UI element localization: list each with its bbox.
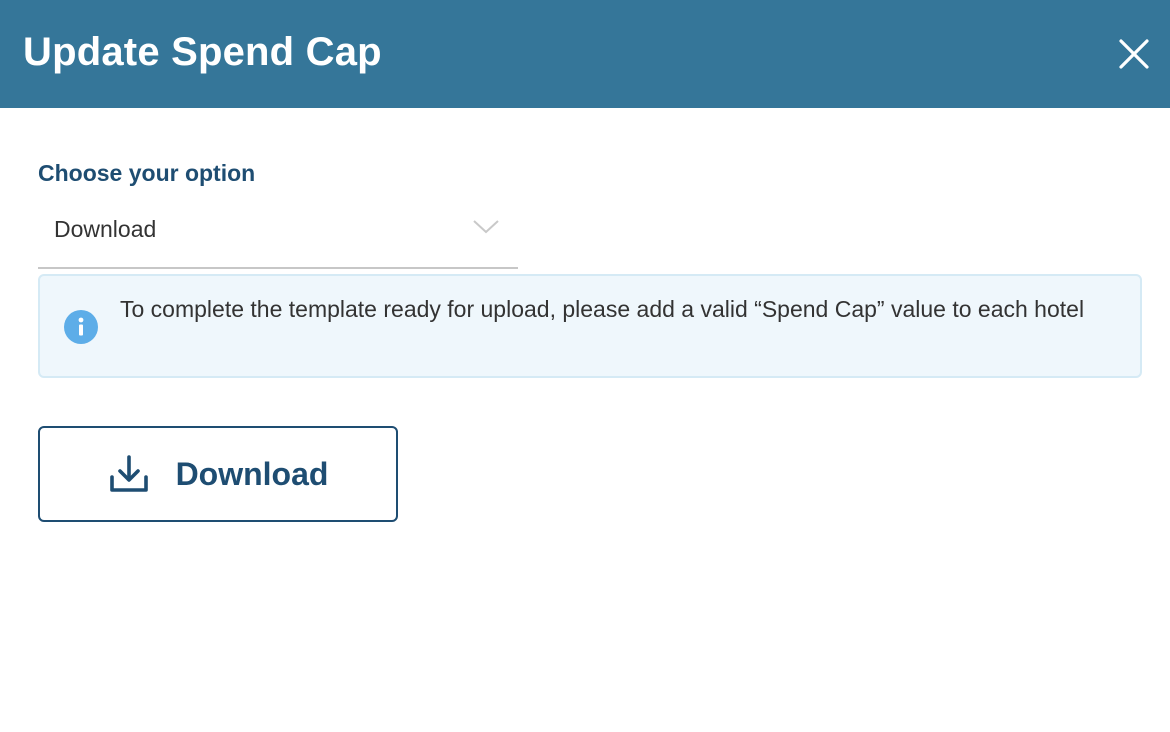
- info-notice: To complete the template ready for uploa…: [38, 274, 1142, 378]
- close-icon: [1119, 39, 1149, 69]
- option-select[interactable]: Download: [38, 200, 518, 269]
- info-icon: [64, 310, 98, 344]
- download-icon: [108, 453, 150, 495]
- update-spend-cap-dialog: Update Spend Cap Choose your option Down…: [0, 0, 1170, 732]
- dialog-header: Update Spend Cap: [0, 0, 1170, 108]
- chevron-down-icon: [473, 220, 499, 234]
- download-button-label: Download: [175, 456, 329, 492]
- info-notice-text: To complete the template ready for uploa…: [120, 296, 1085, 322]
- download-button[interactable]: Download: [38, 426, 398, 522]
- dialog-title: Update Spend Cap: [23, 30, 382, 74]
- option-select-label: Choose your option: [38, 160, 256, 186]
- option-select-value: Download: [54, 216, 157, 242]
- close-button[interactable]: [1112, 32, 1156, 76]
